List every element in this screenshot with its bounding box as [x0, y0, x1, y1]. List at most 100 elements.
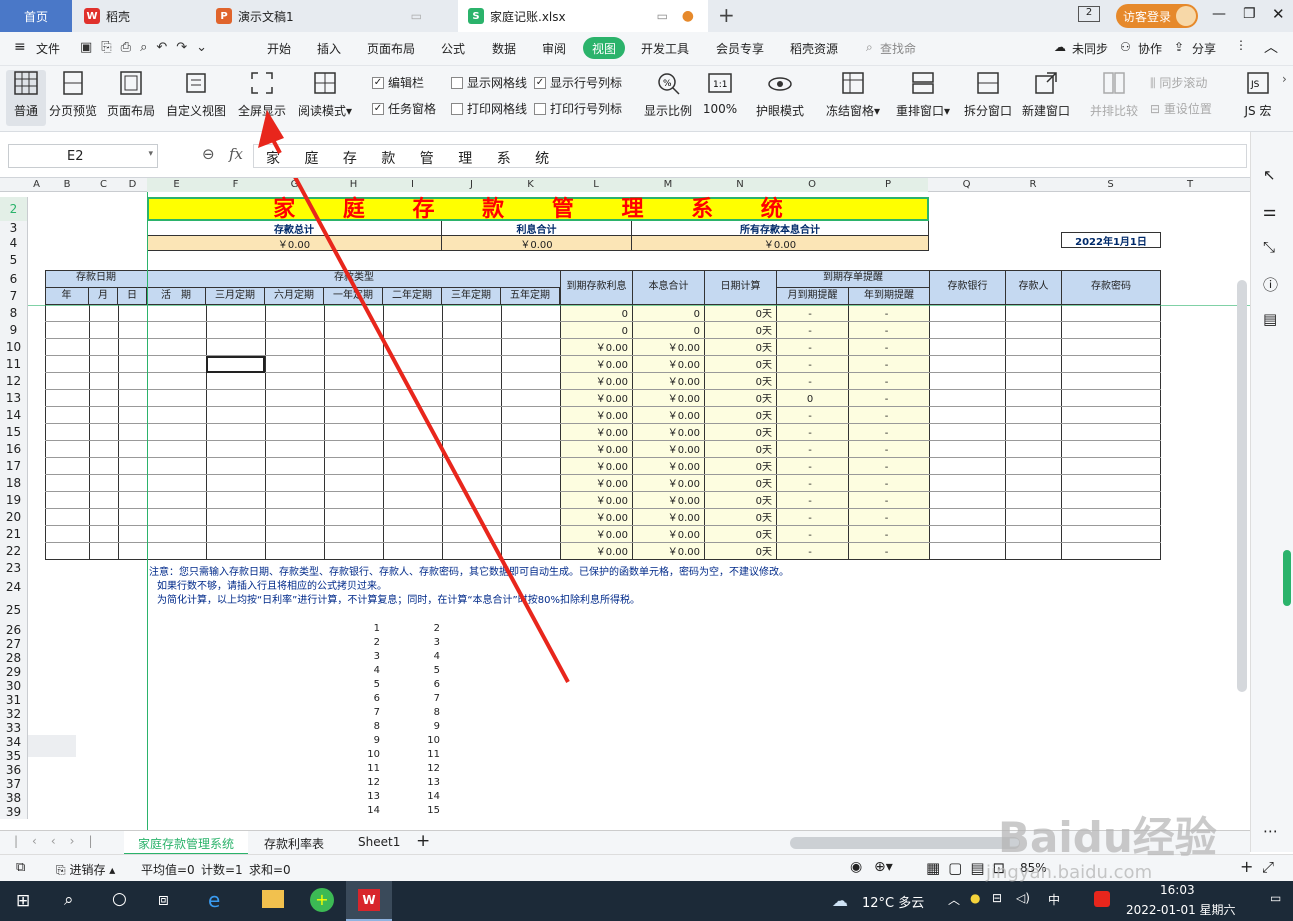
sheet-tab-active[interactable]: 家庭存款管理系统	[124, 831, 249, 855]
menu-formula[interactable]: 公式	[441, 40, 465, 57]
search-icon[interactable]: ⌕	[64, 890, 74, 910]
scroll-indicator[interactable]	[1283, 550, 1291, 606]
show-grid-checkbox[interactable]: 显示网格线	[451, 74, 527, 91]
freeze-panes-button[interactable]: 冻结窗格▾	[822, 70, 884, 126]
tab-daoke[interactable]: W 稻壳	[74, 0, 202, 32]
menu-review[interactable]: 审阅	[542, 40, 566, 57]
quick-access-icons[interactable]: ▣⎘⎙⌕↶↷⌄	[80, 40, 216, 55]
sync-scroll-button[interactable]: ⫼ 同步滚动	[1150, 74, 1207, 91]
monitor-icon[interactable]: ▭	[657, 9, 668, 23]
custom-view-button[interactable]: 自定义视图	[164, 70, 228, 126]
restore-icon[interactable]: ❐	[1243, 6, 1256, 22]
page-break-button[interactable]: 分页预览	[48, 70, 98, 126]
sync-status[interactable]: 未同步	[1072, 40, 1108, 57]
menu-page-layout[interactable]: 页面布局	[367, 40, 415, 57]
side-by-side-button[interactable]: 并排比较	[1088, 70, 1140, 126]
page-layout-button[interactable]: 页面布局	[106, 70, 156, 126]
close-icon[interactable]: ✕	[1272, 5, 1285, 23]
zoom-icon[interactable]: ⊖	[202, 145, 215, 163]
js-macro-button[interactable]: JS JS 宏	[1236, 70, 1280, 126]
sheet-tab-sheet1[interactable]: Sheet1	[358, 835, 400, 849]
save-status[interactable]: ⎘ 进销存 ▴	[56, 861, 115, 878]
collab-button[interactable]: 协作	[1138, 40, 1162, 57]
menu-member[interactable]: 会员专享	[716, 40, 764, 57]
chevron-down-icon[interactable]: ▾	[148, 149, 153, 159]
image-icon[interactable]: ▤	[1263, 310, 1277, 328]
tab-home[interactable]: 首页	[0, 0, 72, 32]
zoom-in-icon[interactable]: +	[1240, 857, 1253, 876]
new-tab-button[interactable]: +	[718, 3, 735, 27]
menu-data[interactable]: 数据	[492, 40, 516, 57]
zoom-100-button[interactable]: 1:1 100%	[700, 70, 740, 126]
share-button[interactable]: 分享	[1192, 40, 1216, 57]
weather-text[interactable]: 12°C 多云	[862, 892, 924, 911]
tab-xlsx[interactable]: S 家庭记账.xlsx ▭ ●	[458, 0, 708, 32]
sheet-tab-rates[interactable]: 存款利率表	[264, 835, 324, 852]
add-sheet-button[interactable]: +	[416, 831, 430, 851]
spreadsheet-grid[interactable]: ABCDEFGHIJKLMNOPQRST 2 3 4 5 6 7 8 9 10 11 12 13 14 1…	[0, 178, 1250, 830]
eye-icon[interactable]: ◉	[850, 859, 862, 875]
menu-view[interactable]: 视图	[583, 37, 625, 59]
dropdown-arrow-icon[interactable]: ▾	[346, 104, 352, 118]
menu-start[interactable]: 开始	[267, 40, 291, 57]
save-status-label: 进销存	[69, 863, 106, 877]
split-window-button[interactable]: 拆分窗口	[962, 70, 1014, 126]
print-grid-checkbox[interactable]: 打印网格线	[451, 100, 527, 117]
menu-dev-tools[interactable]: 开发工具	[641, 40, 689, 57]
window-count-icon[interactable]: 2	[1078, 6, 1100, 22]
formula-input[interactable]: 家 庭 存 款 管 理 系 统	[253, 144, 1247, 168]
wps-taskbar-item[interactable]: W	[346, 881, 392, 921]
task-view-icon[interactable]: ⧈	[158, 890, 169, 910]
search-command[interactable]: 查找命	[880, 40, 916, 57]
more-icon[interactable]: ⋯	[1263, 822, 1278, 840]
plus-app-icon[interactable]: +	[310, 888, 334, 912]
new-window-button[interactable]: 新建窗口	[1020, 70, 1072, 126]
show-rowcol-checkbox[interactable]: ✓ 显示行号列标	[534, 74, 622, 91]
name-box[interactable]: E2 ▾	[8, 144, 158, 168]
tray-app-icon[interactable]: ●	[970, 891, 980, 905]
minimize-icon[interactable]: —	[1212, 6, 1226, 22]
task-pane-checkbox[interactable]: ✓ 任务窗格	[372, 100, 436, 117]
notification-icon[interactable]: ▭	[1270, 891, 1281, 905]
reset-position-label: 重设位置	[1163, 102, 1212, 116]
edit-bar-checkbox[interactable]: ✓ 编辑栏	[372, 74, 424, 91]
menu-daoke-res[interactable]: 稻壳资源	[790, 40, 838, 57]
vertical-scrollbar[interactable]	[1237, 280, 1247, 692]
menu-file[interactable]: 文件	[36, 40, 60, 57]
function-icon[interactable]: fx	[229, 145, 243, 163]
center-icon[interactable]: ⊕▾	[874, 859, 893, 875]
folder-icon[interactable]	[262, 890, 284, 908]
sogou-icon[interactable]	[1094, 891, 1110, 907]
reading-mode-button[interactable]: 阅读模式▾	[294, 70, 356, 126]
normal-view-button[interactable]: 普通	[6, 70, 46, 126]
more-icon[interactable]: ⋮	[1235, 38, 1247, 52]
sheet-nav-icons[interactable]: |‹‹›|	[14, 834, 106, 848]
cursor-icon[interactable]: ↖	[1263, 166, 1276, 184]
horizontal-scrollbar[interactable]	[790, 837, 1020, 849]
menu-insert[interactable]: 插入	[317, 40, 341, 57]
sliders-icon[interactable]: ⚌	[1263, 202, 1276, 220]
visitor-login-button[interactable]: 访客登录	[1116, 4, 1198, 28]
cortana-icon[interactable]: ○	[112, 889, 127, 909]
screen-icon[interactable]: ⧉	[16, 860, 25, 875]
tray-chevron-icon[interactable]: ︿	[948, 891, 960, 908]
fullscreen-icon[interactable]: ⤢	[1262, 858, 1274, 876]
scroll-right-icon[interactable]: ›	[1282, 72, 1287, 86]
collapse-ribbon-icon[interactable]: ︿	[1264, 37, 1278, 57]
print-rowcol-checkbox[interactable]: 打印行号列标	[534, 100, 622, 117]
split-label: 拆分窗口	[963, 104, 1012, 118]
eye-mode-button[interactable]: 护眼模式	[754, 70, 806, 126]
zoom-ratio-button[interactable]: % 显示比例	[642, 70, 694, 126]
windows-start-icon[interactable]: ⊞	[16, 891, 30, 911]
monitor-icon[interactable]: ▭	[411, 9, 422, 23]
ie-icon[interactable]: e	[208, 888, 220, 912]
hamburger-icon[interactable]: ≡	[14, 39, 26, 55]
tab-ppt[interactable]: P 演示文稿1 ▭	[206, 0, 456, 32]
network-icon[interactable]: ⊟	[992, 891, 1002, 905]
ime-indicator[interactable]: 中	[1048, 891, 1060, 908]
help-icon[interactable]: ⓘ	[1263, 274, 1278, 295]
volume-icon[interactable]: ◁)	[1016, 891, 1030, 905]
rearrange-button[interactable]: 重排窗口▾	[892, 70, 954, 126]
resize-icon[interactable]: ⤡	[1263, 238, 1275, 256]
reset-position-button[interactable]: ⊟ 重设位置	[1150, 100, 1212, 117]
